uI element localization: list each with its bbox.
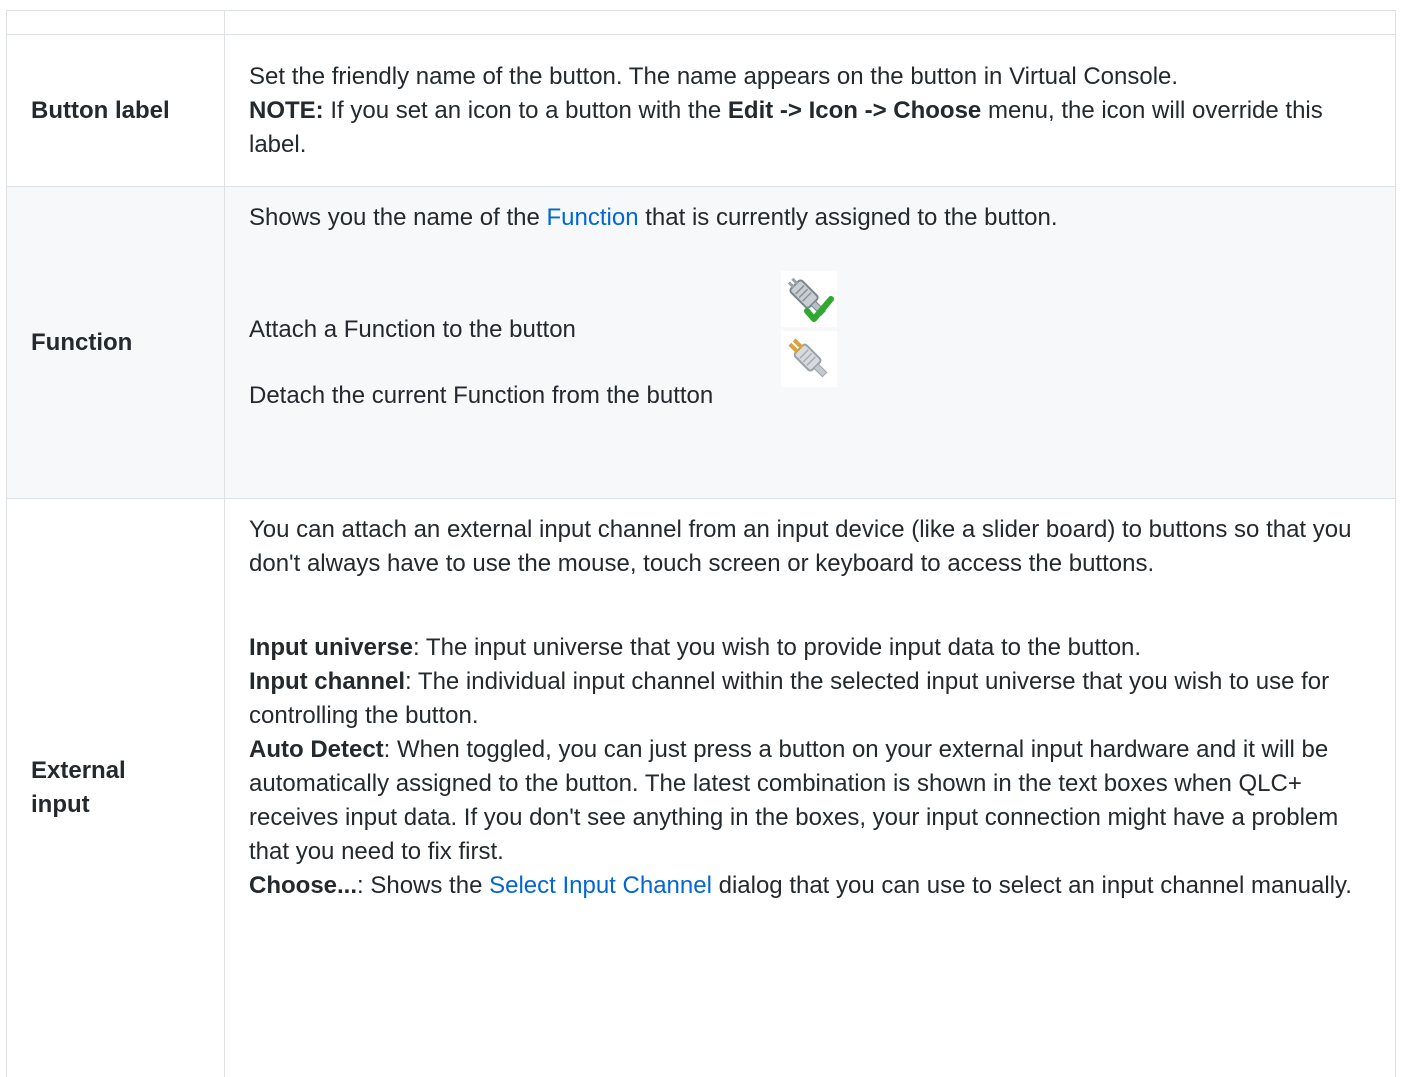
detach-function-item: Detach the current Function from the but…	[249, 331, 1381, 413]
description-text: Set the friendly name of the button. The…	[249, 62, 1179, 90]
menu-path: Edit -> Icon -> Choose	[727, 96, 982, 124]
description-text: Shows you the name of the	[249, 204, 547, 231]
description-text: You can attach an external input channel…	[249, 516, 1352, 577]
header-cell-empty	[224, 10, 1396, 35]
table-row-external-input: External input You can attach an externa…	[6, 498, 1396, 1077]
plug-detach-icon[interactable]	[781, 331, 837, 387]
description-text: : When toggled, you can just press a but…	[249, 736, 1339, 865]
table-header-row	[6, 10, 1396, 35]
plug-attach-icon[interactable]	[781, 271, 837, 327]
term-auto-detect: Auto Detect	[249, 736, 384, 763]
detach-function-text: Detach the current Function from the but…	[249, 382, 714, 409]
property-name: Function	[6, 186, 225, 499]
description-text: : The individual input channel within th…	[249, 668, 1330, 729]
select-input-channel-link[interactable]: Select Input Channel	[489, 872, 712, 899]
description-text: : The input universe that you wish to pr…	[413, 634, 1142, 661]
attach-function-text: Attach a Function to the button	[249, 316, 576, 343]
property-name: External input	[6, 498, 225, 1077]
property-description: You can attach an external input channel…	[224, 498, 1396, 1077]
header-cell-empty	[6, 10, 225, 35]
description-text: that is currently assigned to the button…	[638, 204, 1058, 231]
term-input-channel: Input channel	[249, 668, 405, 695]
properties-table: Button label Set the friendly name of th…	[6, 10, 1396, 1077]
description-text: If you set an icon to a button with the	[323, 96, 728, 124]
note-label: NOTE:	[249, 96, 324, 124]
table-row-function: Function Shows you the name of the Funct…	[6, 186, 1396, 499]
property-name-text: External input	[31, 756, 126, 818]
term-input-universe: Input universe	[249, 634, 414, 661]
description-text: dialog that you can use to select an inp…	[711, 872, 1352, 899]
property-description: Set the friendly name of the button. The…	[224, 34, 1396, 187]
function-link[interactable]: Function	[547, 204, 639, 231]
table-row-button-label: Button label Set the friendly name of th…	[6, 34, 1396, 187]
property-name: Button label	[6, 34, 225, 187]
description-text: : Shows the	[357, 872, 490, 899]
property-description: Shows you the name of the Function that …	[224, 186, 1396, 499]
term-choose: Choose...	[249, 872, 358, 899]
